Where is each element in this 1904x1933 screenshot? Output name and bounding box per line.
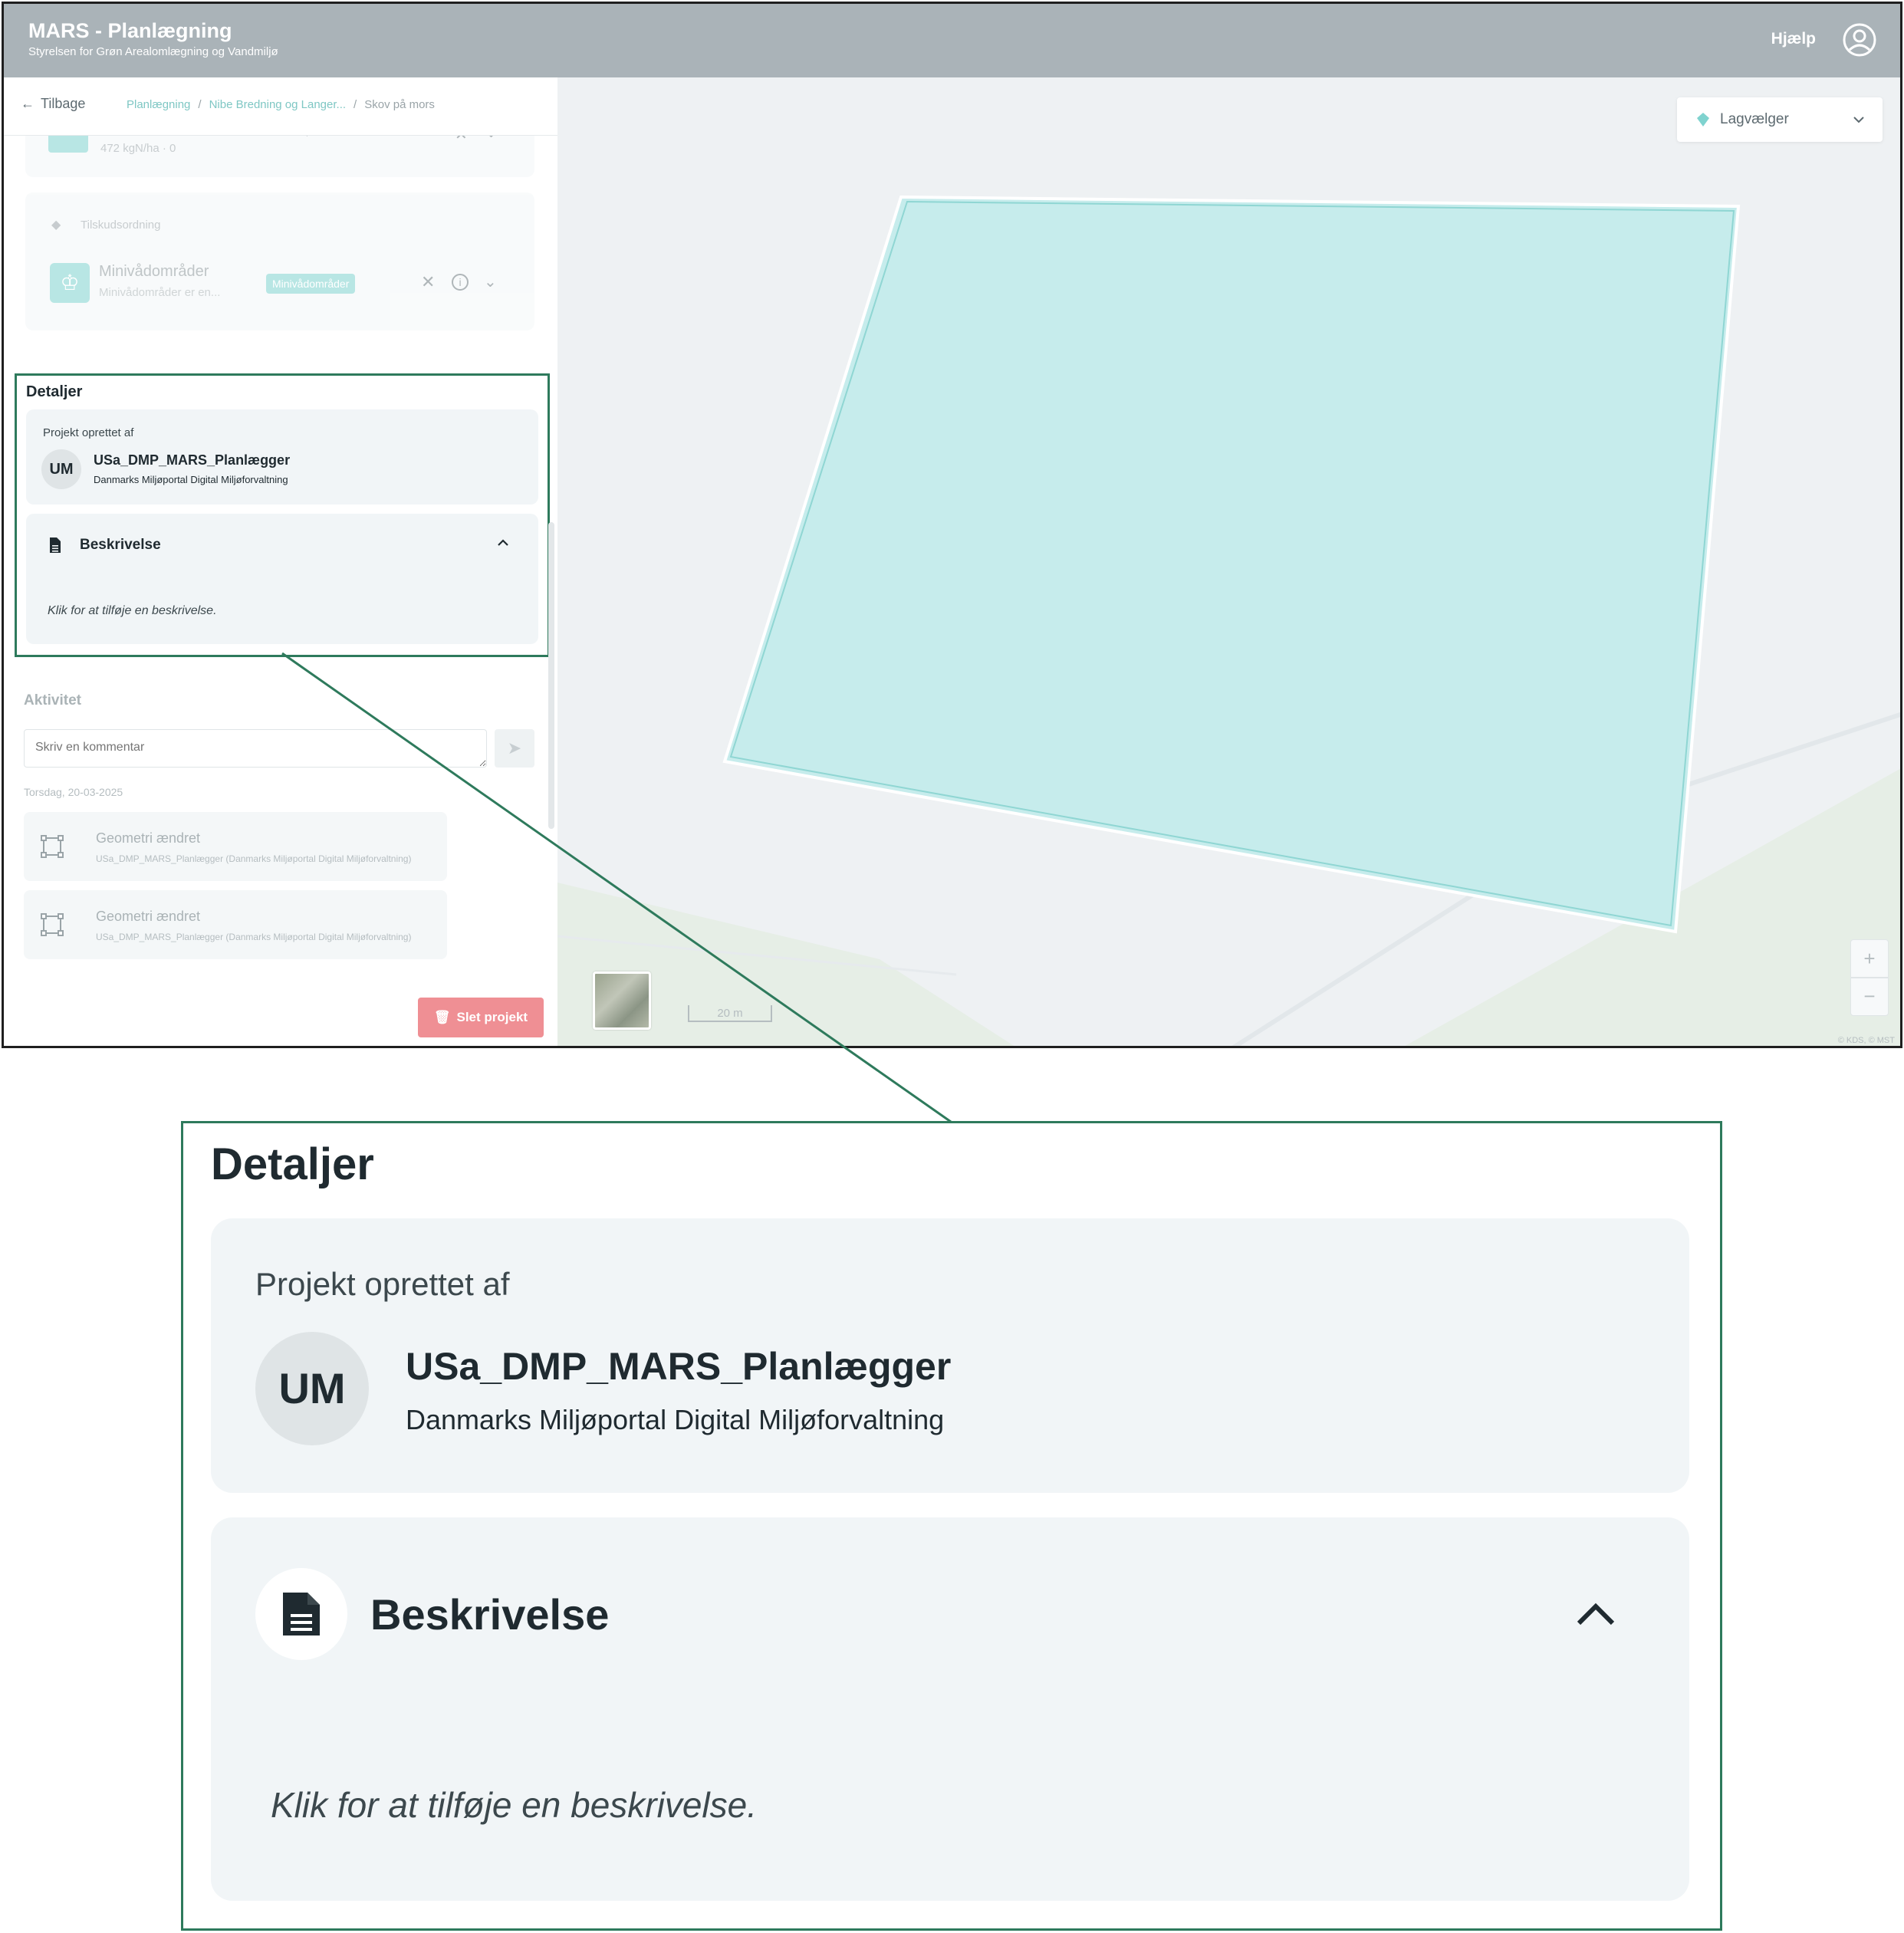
app-subtitle: Styrelsen for Grøn Arealomlægning og Van…	[28, 45, 278, 58]
description-card[interactable]: Beskrivelse Klik for at tilføje en beskr…	[26, 514, 538, 644]
breadcrumb: Planlægning / Nibe Bredning og Langer...…	[127, 98, 435, 111]
layers-icon	[1697, 113, 1709, 127]
delete-project-label: Slet projekt	[456, 1010, 528, 1024]
back-link-label: Tilbage	[41, 96, 86, 111]
creator-organization: Danmarks Miljøportal Digital Miljøforval…	[94, 474, 288, 485]
map-attribution: © KDS, © MST	[1837, 1036, 1895, 1045]
details-section: Detaljer Projekt oprettet af UM USa_DMP_…	[15, 373, 550, 657]
activity-item-subtitle: USa_DMP_MARS_Planlægger (Danmarks Miljøp…	[96, 932, 412, 942]
activity-item: Geometri ændret USa_DMP_MARS_Planlægger …	[24, 890, 447, 959]
created-by-label: Projekt oprettet af	[255, 1266, 510, 1302]
user-account-icon[interactable]	[1842, 22, 1877, 58]
breadcrumb-area[interactable]: Nibe Bredning og Langer...	[209, 98, 346, 111]
creator-name: USa_DMP_MARS_Planlægger	[94, 452, 291, 468]
description-title: Beskrivelse	[80, 537, 161, 553]
subsidy-item-subtitle: Minivådområder er en...	[99, 286, 221, 299]
subsidy-badge: Minivådområder	[266, 274, 356, 294]
subsidy-label: Tilskudsordning	[81, 219, 161, 232]
activity-item-title: Geometri ændret	[96, 830, 201, 846]
description-title: Beskrivelse	[370, 1590, 610, 1639]
zoom-in-button[interactable]: +	[1850, 939, 1889, 978]
creator-organization: Danmarks Miljøportal Digital Miljøforval…	[406, 1404, 945, 1435]
creator-name: USa_DMP_MARS_Planlægger	[406, 1345, 952, 1388]
created-by-label: Projekt oprettet af	[43, 426, 134, 439]
document-icon	[283, 1593, 320, 1635]
zoom-out-button[interactable]: −	[1850, 978, 1889, 1016]
sidebar: ← Tilbage Planlægning / Nibe Bredning og…	[4, 77, 557, 1046]
document-icon-badge	[255, 1568, 347, 1660]
subsidy-card: ◆ Tilskudsordning ♔ Minivådområder Miniv…	[25, 192, 534, 330]
tag-icon: ◆	[51, 219, 61, 232]
breadcrumb-separator: /	[198, 98, 202, 111]
help-link[interactable]: Hjælp	[1771, 30, 1816, 48]
breadcrumb-current: Skov på mors	[364, 98, 435, 111]
creator-card: Projekt oprettet af UM USa_DMP_MARS_Plan…	[26, 409, 538, 505]
trash-icon: 🗑	[433, 1010, 451, 1024]
comment-input[interactable]	[24, 729, 487, 768]
details-title: Detaljer	[26, 383, 83, 400]
crown-icon: ♔	[50, 263, 90, 303]
activity-item-subtitle: USa_DMP_MARS_Planlægger (Danmarks Miljøp…	[96, 853, 412, 864]
avatar: UM	[41, 449, 81, 489]
subsidy-item-title: Minivådområder	[99, 263, 209, 280]
delete-project-button[interactable]: 🗑 Slet projekt	[418, 998, 544, 1037]
chevron-up-icon[interactable]	[494, 534, 512, 552]
details-title: Detaljer	[211, 1139, 374, 1189]
app-title: MARS - Planlægning	[28, 19, 232, 42]
send-comment-button[interactable]: ➤	[495, 729, 534, 768]
breadcrumb-separator: /	[354, 98, 357, 111]
send-icon: ➤	[507, 738, 522, 758]
geometry-icon	[41, 835, 64, 858]
chevron-down-icon	[1853, 117, 1864, 123]
activity-title: Aktivitet	[24, 692, 81, 708]
app-screenshot: MARS - Planlægning Styrelsen for Grøn Ar…	[2, 2, 1902, 1048]
activity-date: Torsdag, 20-03-2025	[24, 786, 123, 798]
sidebar-scrollbar[interactable]	[548, 522, 554, 829]
back-link[interactable]: ← Tilbage	[21, 96, 85, 112]
map-canvas	[557, 195, 1900, 1046]
geometry-icon	[41, 913, 64, 936]
avatar: UM	[255, 1332, 369, 1445]
description-card[interactable]: Beskrivelse Klik for at tilføje en beskr…	[211, 1517, 1689, 1901]
details-zoom-panel: Detaljer Projekt oprettet af UM USa_DMP_…	[181, 1121, 1722, 1931]
creator-card: Projekt oprettet af UM USa_DMP_MARS_Plan…	[211, 1218, 1689, 1493]
basemap-toggle[interactable]	[593, 971, 651, 1030]
layer-picker-label: Lagvælger	[1720, 111, 1789, 127]
chevron-down-icon[interactable]: ⌄	[484, 272, 497, 291]
description-placeholder[interactable]: Klik for at tilføje en beskrivelse.	[271, 1784, 757, 1826]
activity-item: Geometri ændret USa_DMP_MARS_Planlægger …	[24, 812, 447, 881]
info-icon[interactable]: i	[452, 274, 469, 291]
activity-item-title: Geometri ændret	[96, 909, 201, 924]
map-view[interactable]: Lagvælger 20 m + − © KDS, © MST	[557, 77, 1900, 1046]
document-icon	[50, 537, 61, 553]
measure-subtitle: 472 kgN/ha · 0	[100, 142, 176, 155]
layer-picker-dropdown[interactable]: Lagvælger	[1677, 97, 1883, 142]
chevron-up-icon[interactable]	[1571, 1589, 1620, 1639]
description-placeholder[interactable]: Klik for at tilføje en beskrivelse.	[48, 604, 217, 618]
app-header: MARS - Planlægning Styrelsen for Grøn Ar…	[4, 4, 1900, 77]
navigation-bar: ← Tilbage Planlægning / Nibe Bredning og…	[4, 77, 557, 136]
arrow-left-icon: ←	[21, 96, 35, 111]
breadcrumb-planlaegning[interactable]: Planlægning	[127, 98, 190, 111]
project-polygon[interactable]	[722, 195, 1741, 934]
scale-bar: 20 m	[688, 1005, 772, 1022]
close-icon[interactable]: ✕	[421, 272, 435, 292]
